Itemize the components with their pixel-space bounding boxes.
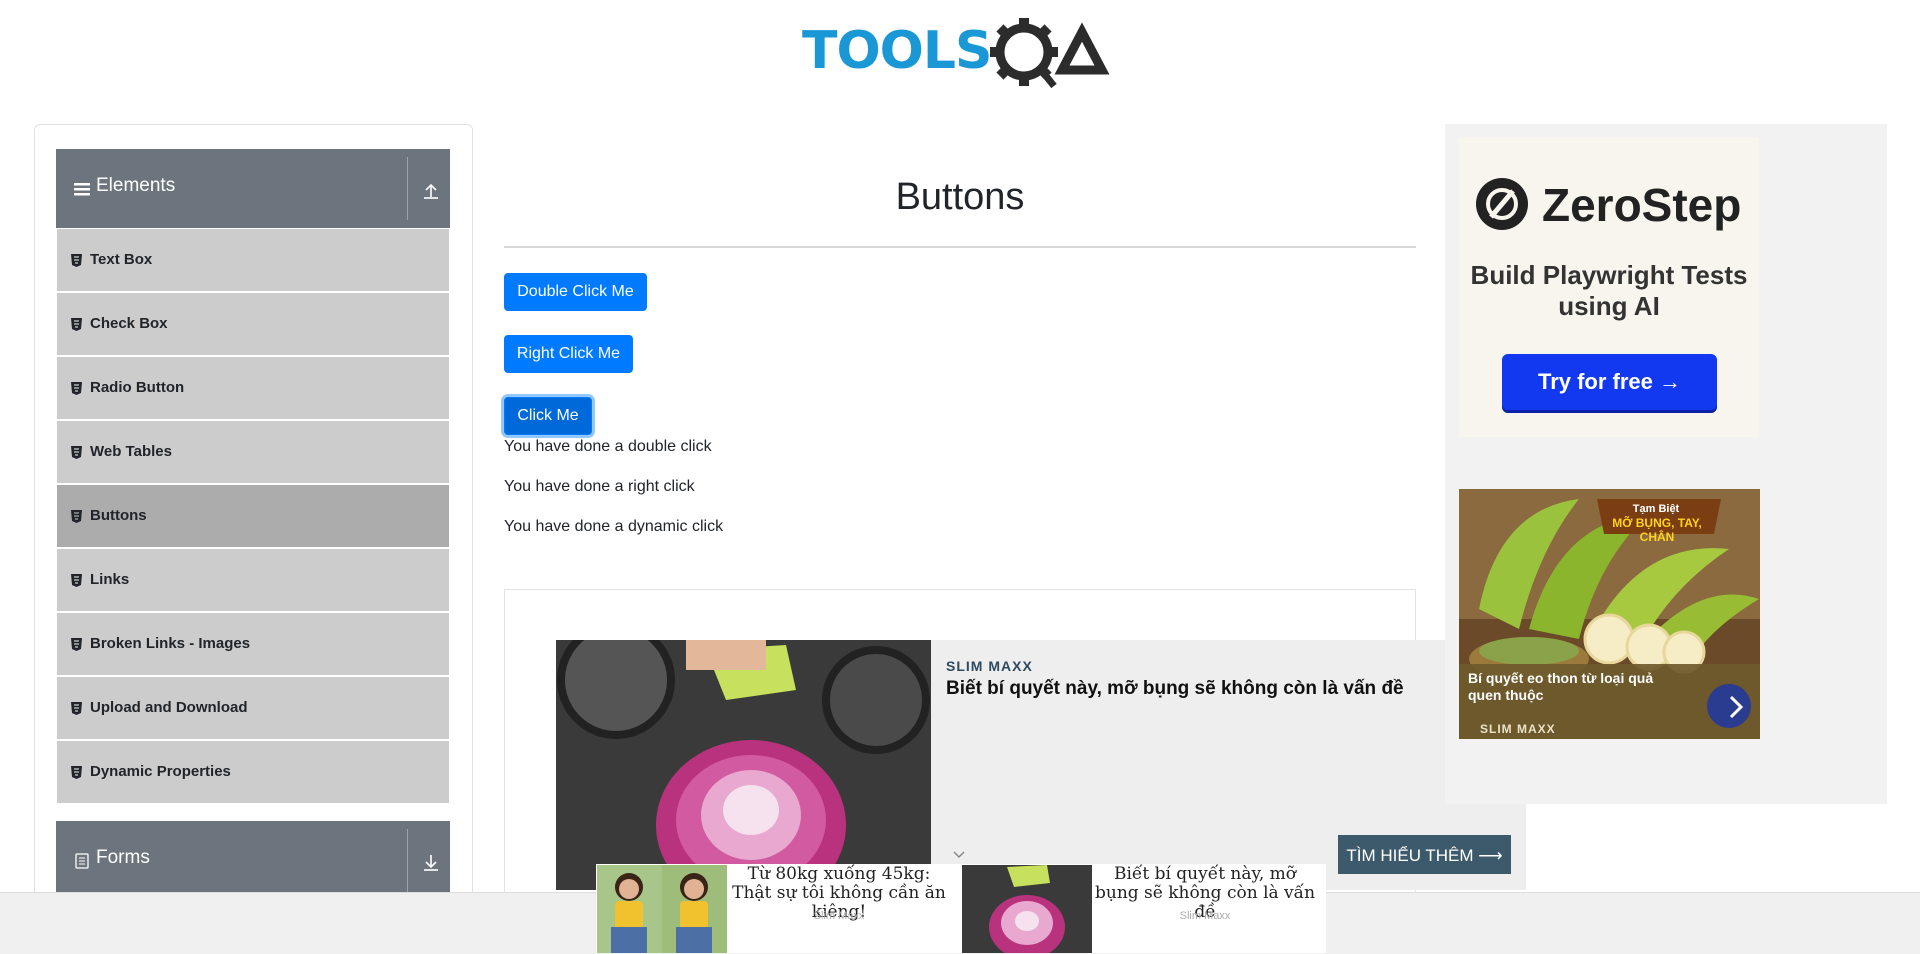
right-click-button[interactable]: Right Click Me — [504, 335, 633, 373]
divider — [407, 157, 408, 220]
html5-icon — [71, 638, 82, 651]
divider — [407, 829, 408, 892]
sidebar-item-links[interactable]: Links — [57, 549, 449, 611]
double-click-button[interactable]: Double Click Me — [504, 273, 647, 311]
html5-icon — [71, 510, 82, 523]
sidebar-item-radio-button[interactable]: Radio Button — [57, 357, 449, 419]
html5-icon — [71, 318, 82, 331]
group-header-forms[interactable]: Forms — [56, 821, 450, 900]
expand-down-icon[interactable] — [420, 851, 442, 873]
ad-image-onion[interactable] — [556, 640, 931, 890]
sidebar-item-check-box[interactable]: Check Box — [57, 293, 449, 355]
sidebar-item-web-tables[interactable]: Web Tables — [57, 421, 449, 483]
html5-icon — [71, 574, 82, 587]
sidebar-item-buttons[interactable]: Buttons — [57, 485, 449, 547]
html5-icon — [71, 766, 82, 779]
sticky-ad-source-left: Slim Maxx — [813, 910, 865, 922]
banana-tag-line1: Tạm Biệt — [1632, 503, 1680, 515]
menu-bars-icon — [74, 183, 90, 196]
sidebar-item-upload-and-download[interactable]: Upload and Download — [57, 677, 449, 739]
sticky-ad-image-right[interactable] — [962, 865, 1092, 953]
try-for-free-button[interactable]: Try for free → — [1502, 354, 1717, 410]
gear-icon — [990, 18, 1058, 89]
click-me-button[interactable]: Click Me — [504, 397, 592, 435]
sidebar-item-label: Radio Button — [90, 379, 185, 396]
banana-next-button[interactable] — [1707, 684, 1751, 728]
sidebar-item-label: Links — [90, 571, 130, 588]
sidebar-item-dynamic-properties[interactable]: Dynamic Properties — [57, 741, 449, 803]
html5-icon — [71, 446, 82, 459]
left-panel: Elements Text Box Check Box Radio Button… — [34, 124, 473, 953]
sidebar-item-label: Broken Links - Images — [90, 635, 251, 652]
dynamic-click-message: You have done a dynamic click — [504, 518, 724, 535]
group-title-elements: Elements — [96, 175, 176, 196]
chevron-down-icon[interactable] — [952, 850, 966, 860]
sticky-ad-source-right: Slim Maxx — [1179, 910, 1231, 922]
group-header-elements[interactable]: Elements — [56, 149, 450, 228]
right-click-message: You have done a right click — [504, 478, 695, 495]
html5-icon — [71, 254, 82, 267]
zerostep-name: ZeroStep — [1542, 179, 1742, 231]
sidebar-item-label: Dynamic Properties — [90, 763, 231, 780]
zerostep-logo-icon — [1476, 178, 1528, 230]
sticky-ad-image-left[interactable] — [597, 865, 727, 953]
toolsqa-logo[interactable]: TOOLS — [800, 14, 1125, 94]
html5-icon — [71, 702, 82, 715]
ad-brand: SLIM MAXX — [946, 658, 1033, 674]
sidebar-item-broken-links-images[interactable]: Broken Links - Images — [57, 613, 449, 675]
sidebar-item-label: Buttons — [90, 507, 147, 524]
sidebar-item-label: Text Box — [90, 251, 153, 268]
group-title-forms: Forms — [96, 847, 150, 868]
double-click-message: You have done a double click — [504, 438, 712, 455]
ad-learn-more-button[interactable]: TÌM HIỂU THÊM ⟶ — [1338, 835, 1511, 874]
logo-tools-text: TOOLS — [802, 21, 991, 81]
chevron-right-icon — [1729, 695, 1744, 719]
page-title: Buttons — [895, 176, 1025, 218]
sidebar-item-text-box[interactable]: Text Box — [57, 229, 449, 291]
html5-icon — [71, 382, 82, 395]
sidebar-item-label: Upload and Download — [90, 699, 248, 716]
title-divider — [504, 246, 1416, 248]
sidebar-item-label: Check Box — [90, 315, 168, 332]
document-icon — [75, 853, 89, 869]
banana-ad-text[interactable]: Bí quyết eo thon từ loại quả quen thuộc — [1468, 670, 1668, 704]
sidebar-item-label: Web Tables — [90, 443, 172, 460]
collapse-up-icon[interactable] — [420, 179, 442, 201]
banana-tag-line2: MỠ BỤNG, TAY, CHÂN — [1612, 516, 1702, 544]
zerostep-tagline: Build Playwright Tests using AI — [1470, 260, 1748, 321]
banana-ad-brand: SLIM MAXX — [1480, 722, 1556, 736]
ad-headline[interactable]: Biết bí quyết này, mỡ bụng sẽ không còn … — [946, 678, 1486, 700]
